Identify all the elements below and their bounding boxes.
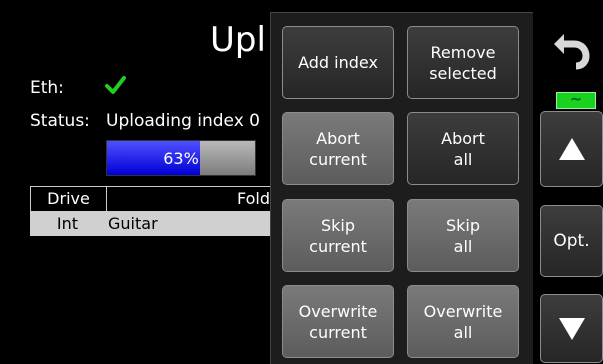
status-text: Uploading index 0 — [106, 111, 260, 131]
header-folder[interactable]: Fold — [107, 187, 279, 211]
options-button[interactable]: Opt. — [540, 205, 603, 277]
status-toggle[interactable]: ~ — [556, 92, 596, 109]
table-header: Drive Fold — [30, 186, 280, 212]
header-drive[interactable]: Drive — [31, 187, 107, 211]
page-title: Upl — [210, 20, 266, 60]
upload-table: Drive Fold Int Guitar — [30, 186, 280, 236]
skip-all-button[interactable]: Skip all — [407, 199, 519, 272]
eth-label: Eth: — [30, 78, 64, 98]
check-icon — [104, 74, 126, 102]
progress-bar: 63% — [106, 140, 256, 176]
abort-current-button[interactable]: Abort current — [282, 112, 394, 185]
progress-text: 63% — [163, 148, 199, 168]
scroll-down-button[interactable] — [540, 294, 603, 363]
options-popup: Add index Remove selected Abort current … — [270, 12, 533, 364]
cell-folder: Guitar — [108, 214, 158, 233]
status-label: Status: — [30, 111, 90, 131]
arrow-up-icon — [558, 138, 585, 160]
skip-current-button[interactable]: Skip current — [282, 199, 394, 272]
overwrite-current-button[interactable]: Overwrite current — [282, 285, 394, 358]
remove-selected-button[interactable]: Remove selected — [407, 26, 519, 99]
overwrite-all-button[interactable]: Overwrite all — [407, 285, 519, 358]
undo-icon[interactable] — [548, 24, 594, 70]
table-row[interactable]: Int Guitar — [30, 212, 280, 236]
add-index-button[interactable]: Add index — [282, 26, 394, 99]
abort-all-button[interactable]: Abort all — [407, 112, 519, 185]
arrow-down-icon — [558, 317, 585, 340]
scroll-up-button[interactable] — [540, 111, 603, 187]
cell-drive: Int — [56, 214, 79, 233]
